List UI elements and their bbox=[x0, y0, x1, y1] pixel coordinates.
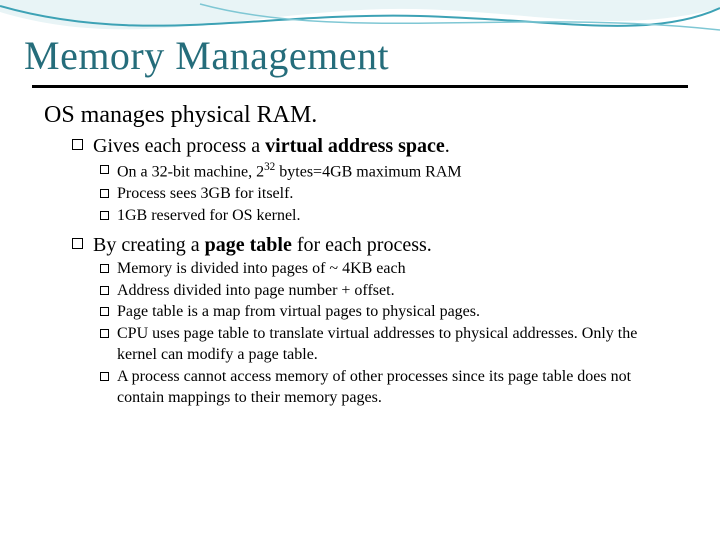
superscript: 32 bbox=[264, 161, 275, 173]
slide-body: OS manages physical RAM. Gives each proc… bbox=[0, 102, 720, 408]
slide-title: Memory Management bbox=[0, 0, 720, 85]
level2-tail: . bbox=[445, 135, 450, 157]
body-level3: Process sees 3GB for itself. bbox=[100, 184, 676, 205]
square-bullet-icon bbox=[100, 307, 109, 316]
level3-text: Page table is a map from virtual pages t… bbox=[117, 302, 676, 323]
level3-text: 1GB reserved for OS kernel. bbox=[117, 206, 676, 227]
body-level3: CPU uses page table to translate virtual… bbox=[100, 324, 676, 366]
level3-text: bytes=4GB maximum RAM bbox=[275, 163, 461, 180]
square-bullet-icon bbox=[100, 211, 109, 220]
square-bullet-icon bbox=[100, 264, 109, 273]
level2-bold: page table bbox=[205, 234, 292, 256]
body-level3: 1GB reserved for OS kernel. bbox=[100, 206, 676, 227]
level3-text: Memory is divided into pages of ~ 4KB ea… bbox=[117, 259, 676, 280]
square-bullet-icon bbox=[100, 189, 109, 198]
level2-lead: By creating a bbox=[93, 234, 205, 256]
square-bullet-icon bbox=[100, 165, 109, 174]
body-level3: A process cannot access memory of other … bbox=[100, 367, 676, 409]
body-level2: By creating a page table for each proces… bbox=[72, 234, 676, 257]
body-level1: OS manages physical RAM. bbox=[44, 102, 676, 129]
title-underline bbox=[32, 85, 688, 88]
square-bullet-icon bbox=[100, 372, 109, 381]
body-level2: Gives each process a virtual address spa… bbox=[72, 135, 676, 158]
level2-tail: for each process. bbox=[292, 234, 432, 256]
square-bullet-icon bbox=[100, 286, 109, 295]
level3-text: Address divided into page number + offse… bbox=[117, 281, 676, 302]
body-level3: On a 32-bit machine, 232 bytes=4GB maxim… bbox=[100, 160, 676, 183]
body-level3: Memory is divided into pages of ~ 4KB ea… bbox=[100, 259, 676, 280]
level2-bold: virtual address space bbox=[265, 135, 445, 157]
level3-text: A process cannot access memory of other … bbox=[117, 367, 676, 409]
square-bullet-icon bbox=[100, 329, 109, 338]
body-level3: Address divided into page number + offse… bbox=[100, 281, 676, 302]
level3-text: Process sees 3GB for itself. bbox=[117, 184, 676, 205]
level2-lead: Gives each process a bbox=[93, 135, 265, 157]
level3-text: CPU uses page table to translate virtual… bbox=[117, 324, 676, 366]
square-bullet-icon bbox=[72, 139, 83, 150]
level3-text: On a 32-bit machine, 2 bbox=[117, 163, 264, 180]
square-bullet-icon bbox=[72, 238, 83, 249]
body-level3: Page table is a map from virtual pages t… bbox=[100, 302, 676, 323]
